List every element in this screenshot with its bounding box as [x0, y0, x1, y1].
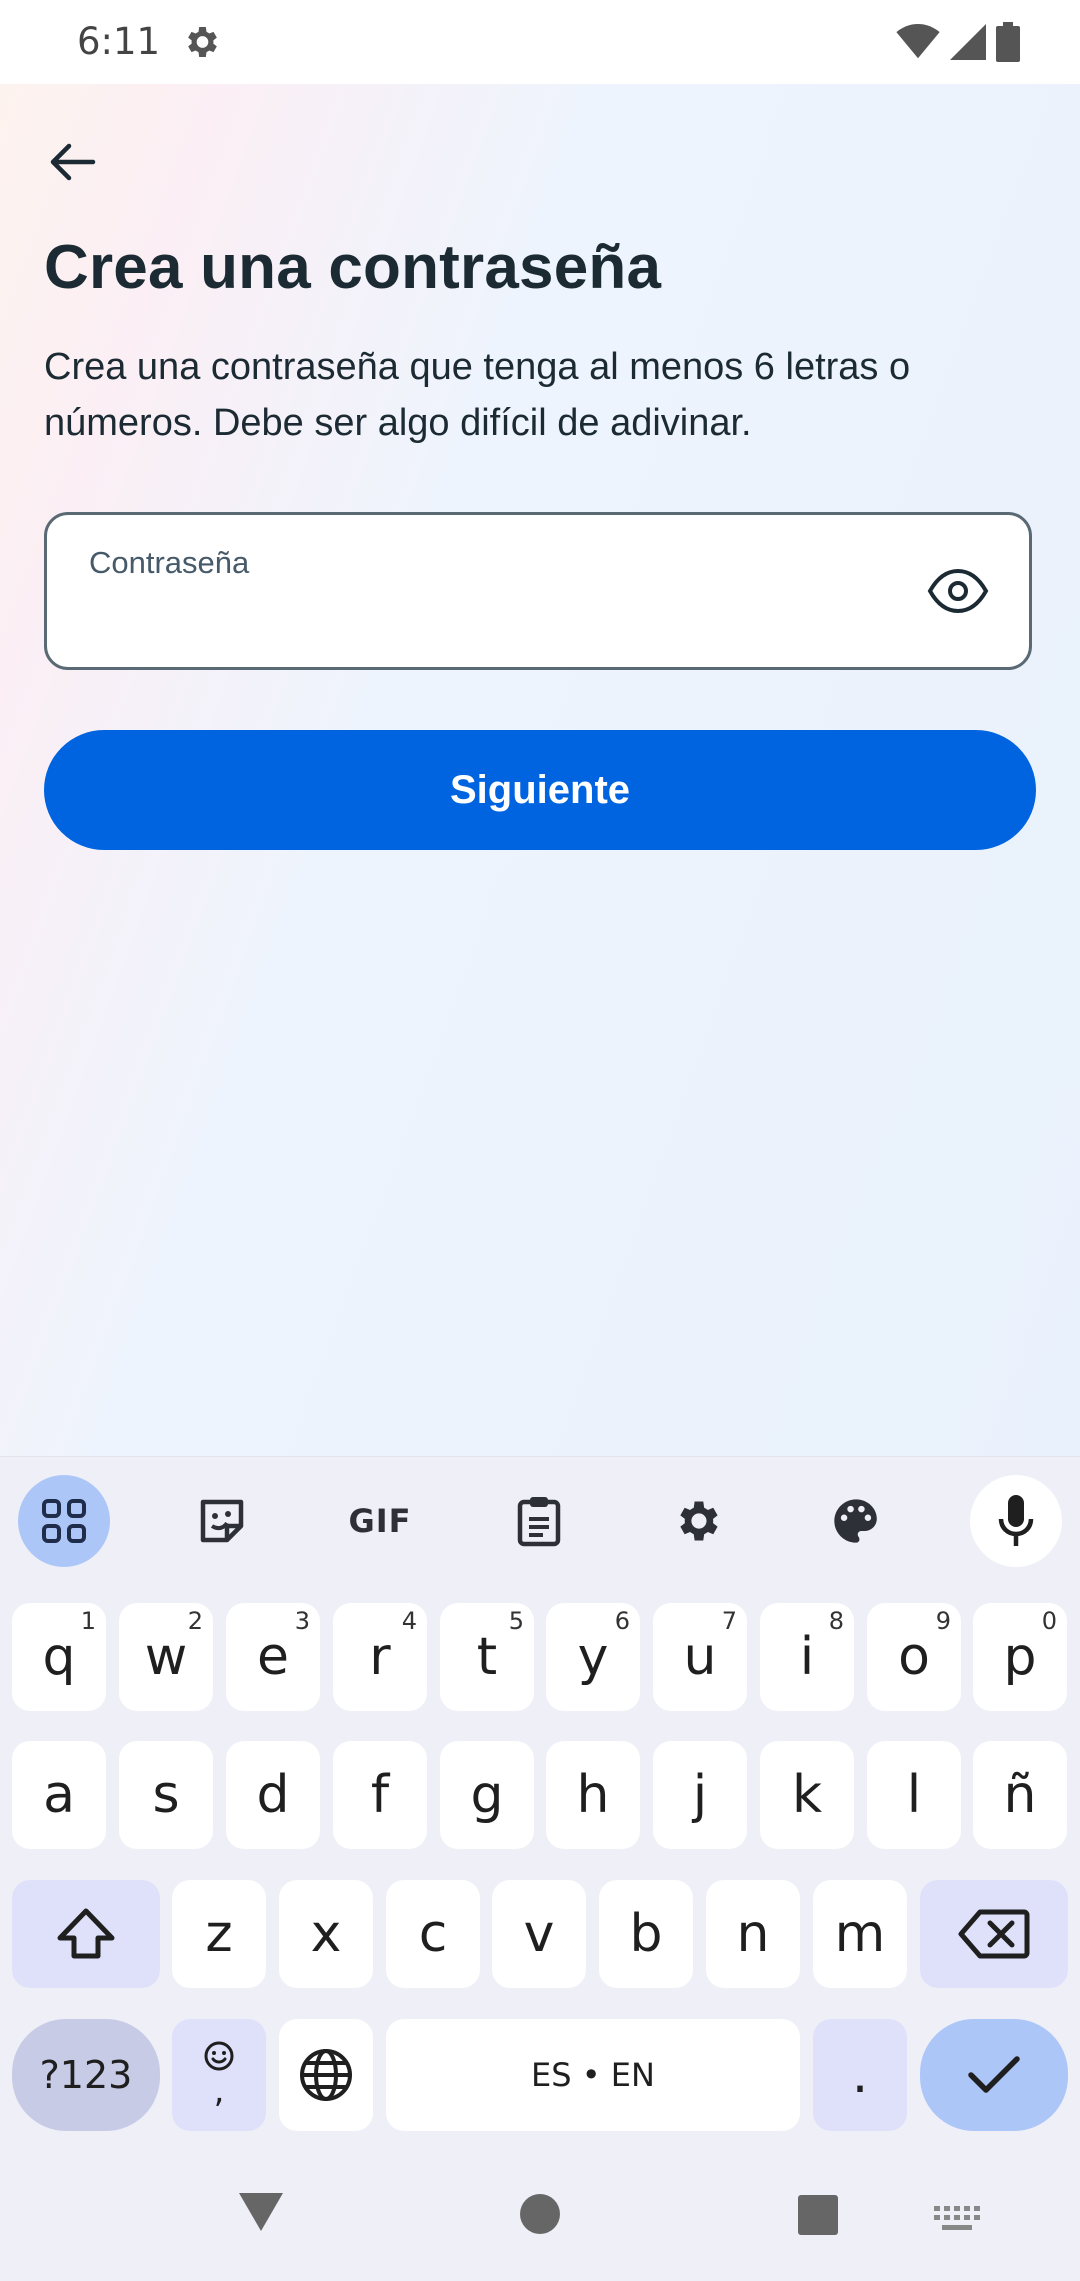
key-p[interactable]: p0: [973, 1603, 1067, 1711]
back-arrow-icon: [50, 143, 96, 181]
sticker-icon: [200, 1499, 244, 1543]
key-s[interactable]: s: [119, 1741, 213, 1849]
page-title: Crea una contraseña: [44, 233, 662, 302]
wifi-icon: [896, 24, 940, 59]
key-u[interactable]: u7: [653, 1603, 747, 1711]
status-icons: [896, 22, 1020, 62]
password-input[interactable]: [89, 595, 913, 647]
key-q[interactable]: q1: [12, 1603, 106, 1711]
soft-keyboard: GIF q1 w2 e3 r 4 t 5 y 6 u 7 i 8 o 9 p 0…: [0, 1456, 1080, 2281]
enter-key[interactable]: [920, 2019, 1068, 2131]
signup-password-screen: Crea una contraseña Crea una contraseña …: [0, 84, 1080, 1456]
key-o[interactable]: o9: [867, 1603, 961, 1711]
show-password-eye-icon[interactable]: [927, 565, 989, 617]
back-triangle-icon[interactable]: [236, 2190, 286, 2234]
key-w[interactable]: w2: [119, 1603, 213, 1711]
battery-icon: [996, 22, 1020, 62]
key-y[interactable]: y6: [546, 1603, 640, 1711]
key-a[interactable]: a: [12, 1741, 106, 1849]
key-h[interactable]: h: [546, 1741, 640, 1849]
key-f[interactable]: f: [333, 1741, 427, 1849]
settings-gear-icon: [188, 27, 217, 57]
shift-arrow-icon: [57, 1908, 115, 1959]
key-e[interactable]: e3: [226, 1603, 320, 1711]
symbols-key[interactable]: ?123: [12, 2019, 160, 2131]
key-n-tilde[interactable]: ñ: [973, 1741, 1067, 1849]
key-j[interactable]: j: [653, 1741, 747, 1849]
palette-icon: [834, 1499, 877, 1543]
sticker-button[interactable]: [176, 1475, 268, 1567]
backspace-key[interactable]: [920, 1880, 1068, 1988]
key-d[interactable]: d: [226, 1741, 320, 1849]
key-x[interactable]: x: [279, 1880, 373, 1988]
globe-icon: [300, 2049, 352, 2101]
comma-label: ,: [213, 2071, 225, 2111]
recents-square-icon[interactable]: [797, 2194, 839, 2236]
gif-label: GIF: [348, 1502, 412, 1540]
emoji-icon: [204, 2041, 234, 2071]
keyboard-apps-button[interactable]: [18, 1475, 110, 1567]
key-i[interactable]: i8: [760, 1603, 854, 1711]
key-v[interactable]: v: [492, 1880, 586, 1988]
back-button[interactable]: [38, 128, 106, 196]
key-z[interactable]: z: [172, 1880, 266, 1988]
next-button[interactable]: Siguiente: [44, 730, 1036, 850]
keyboard-toolbar: GIF: [0, 1457, 1080, 1577]
keyboard-hide-icon[interactable]: [934, 2206, 980, 2236]
gif-button[interactable]: GIF: [334, 1475, 426, 1567]
key-n[interactable]: n: [706, 1880, 800, 1988]
key-r[interactable]: r4: [333, 1603, 427, 1711]
language-key[interactable]: [279, 2019, 373, 2131]
clipboard-button[interactable]: [493, 1475, 585, 1567]
theme-button[interactable]: [810, 1475, 902, 1567]
page-subtitle: Crea una contraseña que tenga al menos 6…: [44, 346, 911, 444]
shift-key[interactable]: [12, 1880, 160, 1988]
backspace-icon: [958, 1909, 1030, 1959]
status-time: 6:11: [77, 20, 161, 63]
status-bar: 6:11: [0, 0, 1080, 84]
password-field[interactable]: Contraseña: [44, 512, 1032, 670]
key-b[interactable]: b: [599, 1880, 693, 1988]
space-key[interactable]: ES • EN: [386, 2019, 800, 2131]
key-c[interactable]: c: [386, 1880, 480, 1988]
period-key[interactable]: .: [813, 2019, 907, 2131]
gear-icon: [680, 1501, 718, 1541]
apps-grid-icon: [42, 1499, 86, 1543]
voice-input-button[interactable]: [970, 1475, 1062, 1567]
system-nav-bar: [0, 2160, 1080, 2280]
home-circle-icon[interactable]: [518, 2192, 562, 2236]
cellular-signal-icon: [950, 24, 986, 60]
key-l[interactable]: l: [867, 1741, 961, 1849]
key-k[interactable]: k: [760, 1741, 854, 1849]
microphone-icon: [998, 1495, 1034, 1546]
keyboard-settings-button[interactable]: [651, 1475, 743, 1567]
key-t[interactable]: t5: [440, 1603, 534, 1711]
key-g[interactable]: g: [440, 1741, 534, 1849]
key-m[interactable]: m: [813, 1880, 907, 1988]
clipboard-icon: [517, 1497, 561, 1547]
password-field-label: Contraseña: [89, 545, 250, 580]
checkmark-icon: [968, 2056, 1020, 2093]
emoji-comma-key[interactable]: ,: [172, 2019, 266, 2131]
